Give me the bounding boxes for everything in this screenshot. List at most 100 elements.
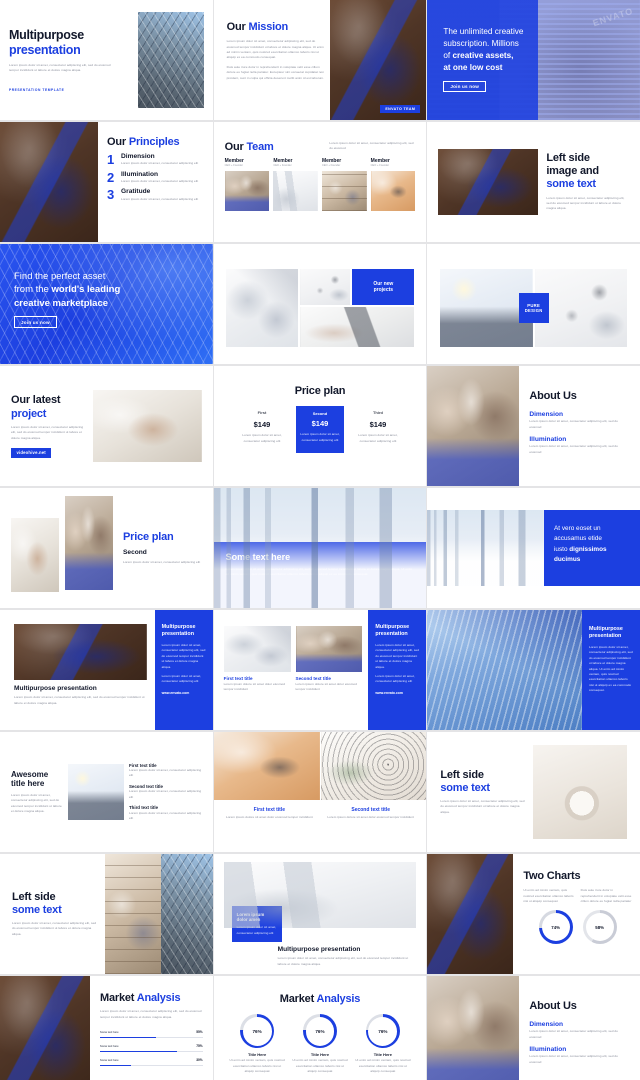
about-us-1-section-heading: Dimension (529, 411, 564, 419)
hero-line3-bold: creative assets, (452, 50, 514, 60)
marketplace-line1: Find the perfect asset (14, 271, 106, 282)
two-cards-card2-body: Lorem ipsum dolore sit amet dolor eiusmo… (327, 815, 415, 820)
multi-2-panel-line1: Multipurpose (375, 624, 410, 630)
market-bars-image (0, 976, 90, 1080)
slide-pure-design[interactable]: PURE DESIGN (427, 244, 640, 364)
slide-principles[interactable]: Our Principles 1 Dimension Lorem ipsum d… (0, 122, 213, 242)
slide-new-projects[interactable]: Our new projects (213, 244, 427, 364)
market-bar-row: Some text here 75% (100, 1044, 203, 1052)
slide-left-image-text[interactable]: Left side image and some text Lorem ipsu… (427, 122, 640, 242)
projects-badge[interactable]: Our new projects (352, 269, 415, 305)
left-image-line2: image and (546, 165, 599, 178)
about-us-1-title: About Us (529, 390, 577, 402)
at-vero-line4: ducimus (554, 555, 581, 563)
team-member-card[interactable]: Member CEO + Founder (370, 158, 416, 211)
slide-team[interactable]: Our Team Lorem ipsum dolor sit amet, con… (213, 122, 427, 242)
price-tier-card[interactable]: Third $149 Lorem ipsum dolor sit amet, c… (354, 410, 402, 444)
awesome-line2: title here (11, 779, 45, 789)
market-donuts-title: Market Analysis (223, 993, 418, 1006)
multi-2-card1-body: Lorem ipsum dolore sit amet dolor eiusmo… (223, 681, 286, 692)
slide-left-some-text-1[interactable]: Left side some text Lorem ipsum dolor si… (427, 732, 640, 852)
pure-design-badge[interactable]: PURE DESIGN (518, 293, 549, 323)
two-cards-image-2 (320, 732, 427, 800)
about-us-1-image (427, 366, 520, 486)
slide-two-charts[interactable]: Two Charts Ut enim ad minim veniam, quis… (427, 854, 640, 974)
at-vero-line2: accusamus etide (554, 535, 602, 543)
slide-hero-subscription[interactable]: ENVATO The unlimited creative subscripti… (427, 0, 640, 120)
market-donuts-title-accent: Analysis (316, 993, 361, 1005)
market-donut-title: Title Here (310, 1052, 330, 1058)
two-charts-title: Two Charts (523, 870, 581, 882)
slide-about-us-2[interactable]: About Us Dimension Lorem ipsum dolor sit… (427, 976, 640, 1080)
donut-label-58: 58% (595, 924, 605, 930)
market-bar-label: Some text here (100, 1044, 119, 1048)
latest-line2: project (11, 407, 47, 420)
slide-awesome-title[interactable]: Awesome title here Lorem ipsum dolor sit… (0, 732, 213, 852)
slide-some-text-here[interactable]: Some text here Lorem ipsum dolor sit ame… (213, 488, 427, 608)
hero-cta-button[interactable]: Join us now (443, 80, 487, 92)
slide-market-analysis-bars[interactable]: Market Analysis Lorem ipsum dolor sit am… (0, 976, 213, 1080)
slide-market-analysis-donuts[interactable]: Market Analysis 76% Title Here Ut enim a… (213, 976, 427, 1080)
slide-cover[interactable]: Multipurpose presentation Lorem ipsum do… (0, 0, 213, 120)
team-member-card[interactable]: Member CEO + Founder (224, 158, 270, 211)
slide-latest-project[interactable]: Our latest project Lorem ipsum dolor sit… (0, 366, 213, 486)
latest-image (93, 390, 202, 462)
price-tier-card[interactable]: First $149 Lorem ipsum dolor sit amet, c… (238, 410, 286, 444)
principles-image (0, 122, 98, 242)
slide-multipurpose-2[interactable]: First text title Lorem ipsum dolore sit … (213, 610, 427, 730)
some-text-panel: Some text here Lorem ipsum dolor sit ame… (213, 542, 427, 608)
left-text-1-body: Lorem ipsum dolor sit amet, consectetur … (440, 799, 525, 814)
slide-two-cards[interactable]: First text title Lorem ipsum dolore sit … (213, 732, 427, 852)
market-donut-body: Ut enim ad minim veniam, quis nostrud ex… (229, 1058, 285, 1073)
market-donut-value: 76% (378, 1028, 388, 1034)
slide-price-plan[interactable]: Price plan First $149 Lorem ipsum dolor … (213, 366, 427, 486)
price-tier-card-featured[interactable]: Second $149 Lorem ipsum dolor sit amet, … (295, 406, 344, 453)
multi-3-panel-line2: presentation (589, 633, 622, 640)
hero-line2: subscription. Millions (443, 38, 519, 48)
slide-at-vero[interactable]: At vero eoset un accusamus etide iusto d… (427, 488, 640, 608)
team-member-card[interactable]: Member CEO + Founder (322, 158, 367, 211)
slide-lorem-card[interactable]: Lorem ipsum dolor amen Lorem ipsum dolor… (213, 854, 427, 974)
about-us-1-section-heading: Illumination (529, 436, 567, 444)
market-bars-title-accent: Analysis (136, 992, 181, 1004)
multi-1-image (14, 624, 147, 680)
multi-1-panel-link[interactable]: www.envato.com (162, 691, 206, 695)
slide-about-us-1[interactable]: About Us Dimension Lorem ipsum dolor sit… (427, 366, 640, 486)
two-cards-card1-title: First text title (253, 807, 286, 813)
principle-number: 2 (107, 169, 115, 185)
multi-1-panel-line2: presentation (161, 631, 195, 638)
price-plan-2-subtitle: Second (123, 548, 147, 556)
market-donut-body: Ut enim ad minim veniam, quis nostrud ex… (355, 1058, 411, 1073)
slide-mission[interactable]: Our Mission Lorem ipsum dolor sit amet, … (213, 0, 427, 120)
market-donut-item: 76% Title Here Ut enim ad minim veniam, … (229, 1014, 286, 1074)
multi-2-panel-body-2: Lorem ipsum dolor sit amet, consectetur … (375, 674, 415, 684)
multi-1-panel-body-1: Lorem ipsum dolor sit amet, consectetur … (161, 643, 206, 669)
market-donut-title: Title Here (248, 1052, 267, 1058)
two-charts-body-1: Ut enim ad minim veniam, quis nostrud ex… (523, 888, 574, 903)
awesome-item-body: Lorem ipsum dolor sit amet, consectetur … (129, 789, 202, 799)
slide-price-plan-2[interactable]: Price plan Second Lorem ipsum dolor sit … (0, 488, 213, 608)
lorem-card-badge-line2: dolor amen (236, 917, 261, 923)
multi-2-panel: Multipurpose presentation Lorem ipsum do… (368, 610, 427, 730)
two-charts-body-2: Duis aute irure dolor in reprehenderit i… (580, 888, 632, 903)
mission-title-accent: Mission (248, 21, 289, 33)
slide-marketplace[interactable]: Find the perfect asset from the world's … (0, 244, 213, 364)
latest-cta-button[interactable]: videohive.net (11, 447, 52, 458)
slide-multipurpose-1[interactable]: Multipurpose presentation Lorem ipsum do… (0, 610, 213, 730)
principle-number: 1 (107, 152, 115, 168)
lorem-card-badge[interactable]: Lorem ipsum dolor amen Lorem ipsum dolor… (231, 906, 282, 942)
marketplace-cta-button[interactable]: Join us now (14, 316, 57, 328)
slide-left-some-text-2[interactable]: Left side some text Lorem ipsum dolor si… (0, 854, 213, 974)
slide-multipurpose-3[interactable]: Multipurpose presentation Lorem ipsum do… (427, 610, 640, 730)
multi-2-panel-link[interactable]: www.envato.com (375, 691, 419, 695)
awesome-list-item: Third text title Lorem ipsum dolor sit a… (129, 805, 202, 821)
team-member-card[interactable]: Member CEO + Founder (273, 158, 318, 211)
team-member-role: CEO + Founder (322, 164, 341, 168)
multi-3-panel: Multipurpose presentation Lorem ipsum do… (582, 610, 640, 730)
donut-chart-58: 58% (582, 910, 617, 945)
latest-line1: Our latest (11, 394, 61, 407)
price-plan-2-title: Price plan (123, 530, 174, 543)
multi-2-card2-body: Lorem ipsum dolore sit amet dolor eiusmo… (295, 681, 357, 692)
lorem-card-caption: Multipurpose presentation (277, 946, 361, 953)
mission-title-plain: Our (226, 21, 246, 33)
